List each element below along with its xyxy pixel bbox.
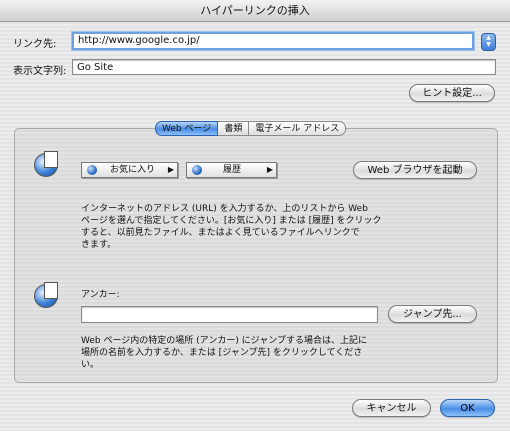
help-line: きます。	[81, 240, 117, 250]
help-line: ページを選んで指定してください。[お気に入り] または [履歴] をクリック	[81, 216, 382, 226]
anchor-icon	[34, 282, 58, 308]
anchor-help-text: Web ページ内の特定の場所 (アンカー) にジャンプする場合は、上記に 場所の…	[81, 335, 367, 371]
help-line: い。	[81, 360, 100, 370]
cancel-button[interactable]: キャンセル	[352, 399, 431, 417]
globe-icon	[192, 165, 202, 175]
tab-web-page[interactable]: Web ページ	[155, 121, 219, 136]
globe-icon	[87, 165, 97, 175]
anchor-label: アンカー:	[81, 290, 120, 300]
history-label: 履歴	[223, 165, 242, 175]
web-globe-icon	[34, 151, 58, 177]
favorites-popup[interactable]: お気に入り ▶	[81, 162, 178, 178]
tab-email-address[interactable]: 電子メール アドレス	[249, 121, 347, 136]
display-text-input[interactable]: Go Site	[72, 59, 496, 75]
launch-browser-button[interactable]: Web ブラウザを起動	[353, 161, 477, 179]
help-line: Web ページ内の特定の場所 (アンカー) にジャンプする場合は、上記に	[81, 336, 367, 346]
window-title: ハイパーリンクの挿入	[0, 0, 510, 22]
web-help-text: インターネットのアドレス (URL) を入力するか、上のリストから Web ペー…	[81, 203, 381, 251]
jump-to-button[interactable]: ジャンプ先...	[388, 305, 477, 323]
history-popup[interactable]: 履歴 ▶	[186, 162, 277, 178]
hint-settings-button[interactable]: ヒント設定...	[409, 84, 495, 102]
arrow-right-icon: ▶	[266, 165, 273, 174]
help-line: 場所の名前を入力するか、または [ジャンプ先] をクリックしてくださ	[81, 348, 363, 358]
link-type-tabs: Web ページ 書類 電子メール アドレス	[155, 121, 347, 136]
display-text-label: 表示文字列:	[13, 66, 67, 77]
help-line: インターネットのアドレス (URL) を入力するか、上のリストから Web	[81, 204, 368, 214]
favorites-label: お気に入り	[110, 165, 156, 175]
chevron-up-icon: ▲	[486, 34, 491, 41]
tab-document[interactable]: 書類	[218, 121, 250, 136]
chevron-down-icon: ▼	[486, 41, 491, 48]
anchor-input[interactable]	[81, 306, 378, 323]
ok-button[interactable]: OK	[440, 399, 495, 417]
arrow-right-icon: ▶	[167, 165, 174, 174]
help-line: すると、以前見たファイル、またはよく見ているファイルへリンクで	[81, 228, 360, 238]
link-history-stepper[interactable]: ▲ ▼	[481, 33, 496, 51]
link-label: リンク先:	[13, 39, 57, 50]
link-url-input[interactable]: http://www.google.co.jp/	[72, 32, 474, 50]
